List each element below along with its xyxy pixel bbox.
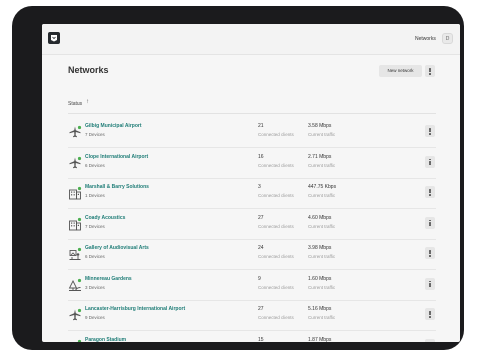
row-more-button[interactable] <box>425 125 435 137</box>
row-more-button[interactable] <box>425 216 435 229</box>
current-traffic-value: 5.16 Mbps <box>308 306 332 312</box>
more-vertical-icon <box>429 341 431 342</box>
airplane-icon <box>68 125 82 139</box>
table-row[interactable]: Minnereau Gardens 3 Devices 9 Connected cli… <box>68 270 436 301</box>
connected-clients-label: Connected clients <box>258 284 294 290</box>
current-traffic-value: 4.60 Mbps <box>308 214 332 221</box>
device-count: 7 Devices <box>85 132 105 137</box>
device-count: 3 Devices <box>85 284 105 290</box>
connected-clients-label: Connected clients <box>258 254 294 259</box>
stadium-icon <box>68 339 82 342</box>
more-vertical-icon <box>429 158 431 166</box>
device-count: 6 Devices <box>85 162 105 168</box>
network-name-link[interactable]: Lancaster-Harrisburg International Airpo… <box>85 306 185 312</box>
gallery-icon <box>68 247 82 261</box>
current-traffic-value: 1.87 Mbps <box>308 336 332 343</box>
current-traffic-label: Current traffic <box>308 162 336 168</box>
current-traffic-label: Current traffic <box>308 223 336 229</box>
status-column-header[interactable]: Status <box>68 101 82 107</box>
user-avatar[interactable]: D <box>442 33 453 44</box>
row-more-button[interactable] <box>425 308 435 320</box>
connected-clients-value: 9 <box>258 275 261 282</box>
garden-icon <box>68 278 82 292</box>
current-traffic-label: Current traffic <box>308 284 336 290</box>
connected-clients-value: 16 <box>258 153 264 160</box>
row-more-button[interactable] <box>425 338 435 342</box>
connected-clients-value: 3 <box>258 184 261 190</box>
more-vertical-icon <box>429 280 431 288</box>
connected-clients-value: 24 <box>258 245 264 251</box>
more-vertical-icon <box>429 219 431 227</box>
current-traffic-label: Current traffic <box>308 193 336 198</box>
network-name-link[interactable]: Clope International Airport <box>85 154 148 160</box>
airplane-icon <box>68 308 82 322</box>
table-row[interactable]: Paragon Stadium15Connected clients1.87 M… <box>68 331 436 343</box>
current-traffic-value: 447.75 Kbps <box>308 184 337 190</box>
connected-clients-value: 27 <box>258 306 264 312</box>
new-network-button[interactable]: New network <box>379 65 422 77</box>
current-traffic-label: Current traffic <box>308 132 336 137</box>
connected-clients-value: 21 <box>258 123 264 129</box>
connected-clients-label: Connected clients <box>258 223 294 229</box>
page-more-button[interactable] <box>425 65 435 77</box>
row-more-button[interactable] <box>425 186 435 198</box>
app-screen: Networks D Networks New network Status ↑… <box>42 24 460 342</box>
nav-link-networks[interactable]: Networks <box>415 36 436 42</box>
table-row[interactable]: Coady Acoustics 7 Devices 27 Connected clie… <box>68 209 436 240</box>
row-more-button[interactable] <box>425 277 435 290</box>
connected-clients-label: Connected clients <box>258 193 294 198</box>
more-vertical-icon <box>429 128 431 135</box>
current-traffic-value: 3.58 Mbps <box>308 123 332 129</box>
airplane-icon <box>68 156 82 170</box>
more-vertical-icon <box>429 68 431 75</box>
network-name-link[interactable]: Paragon Stadium <box>85 337 126 343</box>
table-row[interactable]: Gallery of Audiovisual Arts 6 Devices 24 Co… <box>68 239 436 270</box>
building-icon <box>68 186 82 200</box>
row-more-button[interactable] <box>425 155 435 168</box>
table-row[interactable]: Clope International Airport 6 Devices 16 Co… <box>68 148 436 179</box>
current-traffic-value: 1.60 Mbps <box>308 275 332 282</box>
connected-clients-label: Connected clients <box>258 132 294 137</box>
more-vertical-icon <box>429 189 431 196</box>
network-name-link[interactable]: Minnereau Gardens <box>85 276 132 282</box>
table-header-divider <box>68 113 436 114</box>
app-logo-icon[interactable] <box>48 32 60 44</box>
device-count: 1 Devices <box>85 193 105 198</box>
network-name-link[interactable]: Gallery of Audiovisual Arts <box>85 245 149 251</box>
current-traffic-value: 2.71 Mbps <box>308 153 332 160</box>
page-title: Networks <box>68 65 109 75</box>
more-vertical-icon <box>429 250 431 257</box>
current-traffic-label: Current traffic <box>308 315 336 320</box>
connected-clients-label: Connected clients <box>258 315 294 320</box>
network-name-link[interactable]: Gilbig Municipal Airport <box>85 123 141 129</box>
building-icon <box>68 217 82 231</box>
more-vertical-icon <box>429 311 431 318</box>
current-traffic-value: 3.98 Mbps <box>308 245 332 251</box>
network-name-link[interactable]: Marshall & Barry Solutions <box>85 184 149 190</box>
sort-ascending-icon[interactable]: ↑ <box>86 99 89 105</box>
table-row[interactable]: Lancaster-Harrisburg International Airpo… <box>68 300 436 331</box>
connected-clients-value: 27 <box>258 214 264 221</box>
table-row[interactable]: Gilbig Municipal Airport 7 Devices 21 Conne… <box>68 117 436 148</box>
current-traffic-label: Current traffic <box>308 254 336 259</box>
top-bar: Networks D <box>42 24 460 55</box>
device-count: 9 Devices <box>85 315 105 320</box>
device-count: 7 Devices <box>85 223 105 229</box>
tablet-frame: Networks D Networks New network Status ↑… <box>12 6 464 350</box>
device-count: 6 Devices <box>85 254 105 259</box>
network-name-link[interactable]: Coady Acoustics <box>85 215 125 221</box>
connected-clients-label: Connected clients <box>258 162 294 168</box>
row-more-button[interactable] <box>425 247 435 259</box>
connected-clients-value: 15 <box>258 336 264 343</box>
table-row[interactable]: Marshall & Barry Solutions 1 Devices 3 Conn… <box>68 178 436 209</box>
